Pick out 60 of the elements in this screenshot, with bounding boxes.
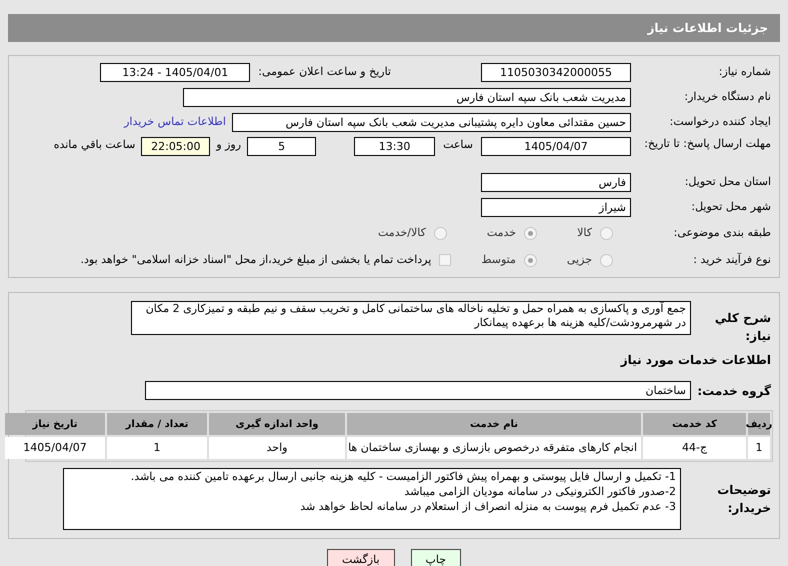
header-title: جزئیات اطلاعات نیاز (647, 20, 768, 37)
text-field[interactable]: 1105030342000055 (481, 62, 631, 82)
radio-button[interactable] (600, 254, 613, 266)
radio-label: متوسط (481, 252, 516, 268)
field-label: گروه خدمت: (696, 382, 771, 400)
field-label: مهلت ارسال پاسخ: تا تاریخ: (643, 137, 771, 151)
field-label: نوع فرآیند خرید : (692, 252, 771, 268)
radio-button[interactable] (600, 226, 613, 240)
radio-button[interactable] (524, 226, 538, 240)
radio-button[interactable] (524, 254, 537, 266)
text-field[interactable]: 1405/04/01 - 13:24 (100, 62, 250, 82)
text-field[interactable]: 1405/04/07 (481, 137, 631, 156)
days-label: روز و (216, 137, 242, 153)
field-label: ایجاد کننده درخواست: (668, 114, 771, 130)
note-line: 3- عدم تکمیل فرم پیوست به منزله انصراف از استعلام در سامانه لحاظ خواهد شد (299, 499, 676, 514)
column-header: واحد اندازه گیری (209, 413, 345, 435)
section-heading: اطلاعات خدمات مورد نیاز (619, 352, 771, 369)
text-field[interactable]: حسین مقتدائی معاون دایره پشتیبانی مدیریت شعب بانک سپه استان فارس (232, 112, 631, 132)
table-cell: انجام کارهای متفرقه درخصوص بازسازی و بهسازی ساختمان ها (347, 437, 641, 459)
table-cell: 1 (107, 437, 207, 459)
radio-label: جزیی (566, 252, 592, 268)
text-field[interactable]: مدیریت شعب بانک سپه استان فارس (183, 88, 631, 106)
note-line: 1- تکمیل و ارسال فایل پیوستی و بهمراه پیش فاکتور الزامیست - کلیه هزینه جانبی ارسال برعهده تامین کننده می باشد. (130, 469, 676, 484)
radio-label: کالا/خدمت (378, 224, 426, 241)
field-label: توضیحات خریدار: (716, 482, 771, 517)
field-label: تاریخ و ساعت اعلان عمومی: (258, 64, 391, 80)
table-cell: واحد (209, 437, 345, 459)
column-header: کد خدمت (643, 413, 746, 435)
checkbox-label: پرداخت تمام یا بخشی از مبلغ خرید،از محل "اسناد خزانه اسلامی" خواهد بود. (80, 252, 432, 268)
field-label: طبقه بندی موضوعی: (672, 224, 771, 241)
text-field[interactable]: شیراز (481, 198, 631, 216)
text-field[interactable]: 5 (247, 137, 316, 156)
text-field[interactable]: فارس (481, 172, 631, 192)
note-line: 2-صدور فاکتور الکترونیکی در سامانه مودیان الزامی میباشد (403, 484, 676, 499)
description-textarea[interactable]: جمع آوری و پاکسازی به همراه حمل و تخلیه ناخاله های ساختمانی کامل و تخریب سقف و نیم طبقه و تمیزکاری 2 مکان در شهرمرودشت/کلیه هزینه ها برعهده پیمانکار (131, 301, 691, 335)
table-cell: ج-44 (643, 437, 746, 459)
radio-label: خدمت (486, 224, 516, 241)
field-label: شرح کلي نياز: (714, 310, 771, 345)
field-label: استان محل تحویل: (684, 174, 771, 190)
radio-button[interactable] (434, 226, 447, 240)
radio-label: کالا (577, 224, 592, 241)
column-header: ردیف (748, 413, 770, 435)
print-button[interactable]: چاپ (410, 549, 462, 566)
text-field[interactable]: ساختمان (145, 381, 691, 400)
remaining-label: ساعت باقي مانده (54, 137, 136, 153)
buyer-contact-link[interactable]: اطلاعات تماس خریدار (124, 114, 226, 130)
field-label: شماره نیاز: (718, 64, 771, 80)
notes-textarea[interactable] (63, 468, 681, 530)
field-label: نام دستگاه خریدار: (683, 88, 771, 105)
text-field[interactable]: 13:30 (354, 137, 436, 156)
column-header: تعداد / مقدار (107, 413, 207, 435)
table-cell: 1 (748, 437, 770, 459)
time-label: ساعت (443, 137, 473, 153)
checkbox[interactable] (439, 254, 452, 266)
column-header: تاریخ نیاز (5, 413, 105, 435)
table-cell: 1405/04/07 (5, 437, 105, 459)
field-label: شهر محل تحویل: (690, 198, 771, 215)
text-field[interactable]: 22:05:00 (141, 137, 210, 156)
back-button[interactable]: بازگشت (326, 549, 395, 566)
column-header: نام خدمت (347, 413, 641, 435)
